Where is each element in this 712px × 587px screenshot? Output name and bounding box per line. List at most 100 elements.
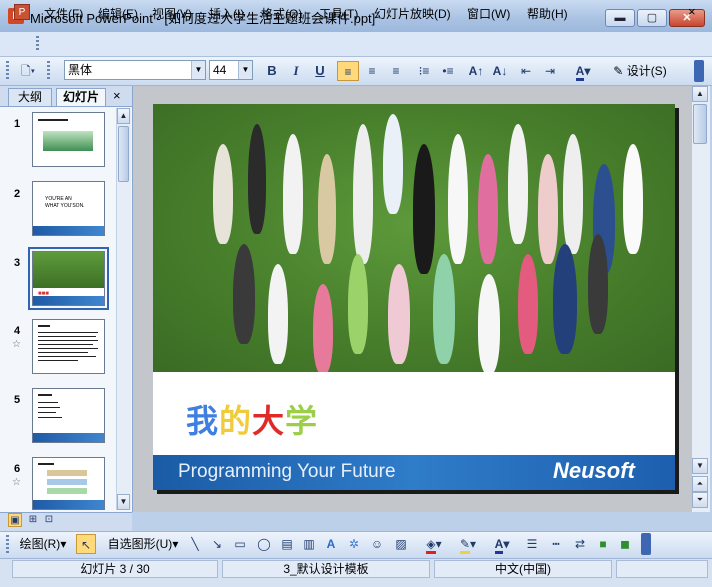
decrease-font-icon[interactable]: A↓ [489,61,511,81]
rectangle-icon[interactable]: ▭ [230,534,250,554]
slide-title-char: 我 [186,402,220,440]
scroll-up-icon[interactable]: ▲ [117,108,130,124]
3d-style-icon[interactable]: ◼ [616,534,634,554]
normal-view-icon[interactable]: ▣ [8,513,22,527]
menu-edit[interactable]: 编辑(E) [98,5,138,22]
minimize-button[interactable]: ▬ [605,9,635,27]
menu-insert[interactable]: 插入(I) [209,5,244,22]
slide-sorter-icon[interactable]: ⊞ [26,513,40,527]
align-left-icon[interactable]: ≡ [337,61,359,81]
dash-style-icon[interactable]: ┅ [546,534,566,554]
wordart-icon[interactable]: A [322,534,340,554]
close-pane-button[interactable]: × [113,88,121,103]
thumbnail-image [43,131,93,151]
slide-thumbnail-6[interactable] [32,457,105,510]
menu-bar [0,32,712,57]
toolbar-grip[interactable] [6,61,9,81]
slide-footer-text: Programming Your Future [178,461,396,482]
line-icon[interactable]: ╲ [186,534,204,554]
document-icon[interactable]: P [14,4,30,20]
menu-tools[interactable]: 工具(T) [319,5,358,22]
scroll-down-icon[interactable]: ▼ [692,458,708,474]
scroll-thumb[interactable] [693,104,707,144]
chevron-down-icon[interactable]: ▼ [191,61,205,79]
slide-thumbnail-1[interactable] [32,112,105,167]
menu-file[interactable]: 文件(F) [44,5,83,22]
slide-title[interactable]: 我的大学 [186,396,318,442]
menu-view[interactable]: 视图(V) [152,5,192,22]
maximize-button[interactable]: ▢ [637,9,667,27]
shadow-style-icon[interactable]: ■ [594,534,612,554]
bold-button[interactable]: B [261,61,283,81]
oval-icon[interactable]: ◯ [254,534,274,554]
thumbnail-number: 6 [14,463,21,475]
close-window-button[interactable]: ✕ [669,9,705,27]
next-slide-icon[interactable]: ⏷ [692,492,708,508]
bullets-icon[interactable]: •≡ [437,61,459,81]
select-objects-icon[interactable]: ↖ [76,534,96,554]
new-slide-icon[interactable]: 🗋▾ [14,61,42,81]
slide-thumbnail-5[interactable] [32,388,105,443]
design-label: 设计(S) [626,64,667,78]
toolbar-options-icon[interactable] [641,533,651,555]
decrease-indent-icon[interactable]: ⇤ [515,61,537,81]
menu-grip[interactable] [36,36,39,52]
group-photo-image[interactable] [153,104,675,372]
thumbnail-photo [33,252,104,288]
line-color-icon[interactable]: ✎▾ [454,534,482,554]
align-center-icon[interactable]: ≡ [361,61,383,81]
menu-slideshow[interactable]: 幻灯片放映(D) [374,5,451,22]
slide-thumbnail-4[interactable] [32,319,105,374]
status-design-template: 3_默认设计模板 [222,560,430,578]
diagram-icon[interactable]: ✲ [345,534,363,554]
thumbnails-scrollbar[interactable]: ▲ ▼ [116,108,131,510]
insert-picture-icon[interactable]: ▨ [392,534,410,554]
scroll-up-icon[interactable]: ▲ [692,86,708,102]
brand-logo: Neusoft [553,458,635,483]
close-document-button[interactable]: × [688,4,696,19]
slide-thumbnail-3[interactable]: ■■■ [32,251,105,306]
slide-scrollbar[interactable]: ▲ ▼ ⏶ ⏷ [691,86,710,512]
tab-slides[interactable]: 幻灯片 [56,88,106,106]
autoshapes-button[interactable]: 自选图形(U)▾ [104,534,182,554]
align-right-icon[interactable]: ≡ [385,61,407,81]
scroll-thumb[interactable] [118,126,129,182]
tab-outline[interactable]: 大纲 [8,88,52,106]
thumbnail-number: 2 [14,188,21,200]
textbox-icon[interactable]: ▤ [278,534,296,554]
arrow-style-icon[interactable]: ⇄ [570,534,590,554]
previous-slide-icon[interactable]: ⏶ [692,476,708,492]
slideshow-view-icon[interactable]: ⊡ [42,513,56,527]
font-size-select[interactable]: 44 ▼ [209,60,253,80]
font-name-select[interactable]: 黑体 ▼ [64,60,206,80]
slide-thumbnail-2[interactable]: YOU'RE AN WHAT YOU'SON. [32,181,105,236]
clipart-icon[interactable]: ☺ [368,534,386,554]
vertical-textbox-icon[interactable]: ▥ [300,534,318,554]
menu-help[interactable]: 帮助(H) [527,5,568,22]
increase-font-icon[interactable]: A↑ [465,61,487,81]
underline-button[interactable]: U [309,61,331,81]
thumbnail-text: WHAT YOU'SON. [45,203,85,209]
toolbar-grip-2[interactable] [47,61,50,81]
draw-menu-button[interactable]: 绘图(R)▾ [14,534,72,554]
toolbar-options-icon[interactable] [694,60,704,82]
scroll-down-icon[interactable]: ▼ [117,494,130,510]
font-color-icon[interactable]: A▾ [569,61,597,81]
numbering-icon[interactable]: ⁝≡ [413,61,435,81]
status-language: 中文(中国) [434,560,612,578]
increase-indent-icon[interactable]: ⇥ [539,61,561,81]
arrow-icon[interactable]: ↘ [208,534,226,554]
animation-star-icon: ☆ [12,339,21,350]
italic-button[interactable]: I [285,61,307,81]
toolbar-grip[interactable] [6,535,9,553]
slide-title-char: 学 [285,402,319,440]
draw-font-color-icon[interactable]: A▾ [488,534,516,554]
line-style-icon[interactable]: ☰ [522,534,542,554]
autoshapes-label: 自选图形(U) [107,537,173,551]
design-button[interactable]: ✎ 设计(S) [607,61,673,81]
slide-title-char: 的 [219,402,253,440]
menu-format[interactable]: 格式(O) [261,5,302,22]
chevron-down-icon[interactable]: ▼ [238,61,252,79]
menu-window[interactable]: 窗口(W) [467,5,510,22]
fill-color-icon[interactable]: ◈▾ [420,534,448,554]
